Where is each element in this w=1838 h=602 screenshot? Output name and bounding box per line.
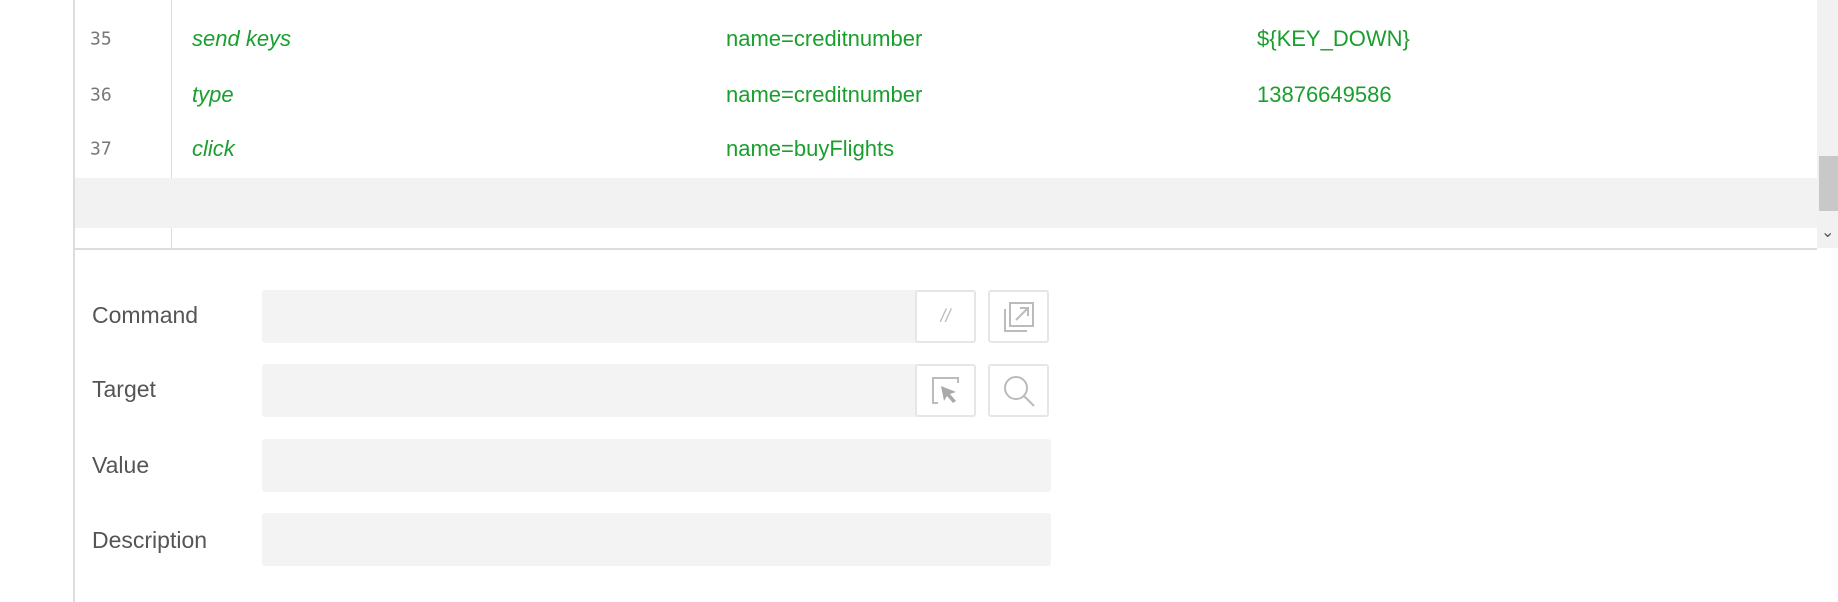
chevron-down-icon[interactable]: ⌄ (1821, 222, 1834, 242)
comment-button[interactable]: // (915, 290, 976, 343)
comment-label: // (940, 306, 951, 326)
table-row[interactable]: 36 type name=creditnumber 13876649586 (75, 69, 1817, 121)
command-label: Command (92, 302, 199, 328)
command-cell: type (192, 82, 234, 107)
scrollbar-thumb[interactable] (1819, 156, 1838, 211)
value-input[interactable] (262, 439, 1051, 492)
find-target-button[interactable] (988, 364, 1049, 417)
target-label: Target (92, 376, 156, 402)
target-input[interactable] (262, 364, 976, 417)
description-input[interactable] (262, 513, 1051, 566)
empty-row[interactable] (75, 178, 1817, 228)
command-cell: send keys (192, 26, 292, 51)
line-number: 37 (90, 138, 112, 160)
description-label: Description (92, 527, 208, 553)
value-label: Value (92, 452, 150, 478)
line-number: 35 (90, 28, 112, 50)
command-table: 35 send keys name=creditnumber ${KEY_DOW… (75, 0, 1817, 250)
editor-panel: 35 send keys name=creditnumber ${KEY_DOW… (73, 0, 1838, 602)
value-cell: ${KEY_DOWN} (1257, 26, 1410, 51)
command-cell: click (192, 136, 235, 161)
table-row[interactable]: 35 send keys name=creditnumber ${KEY_DOW… (75, 13, 1817, 65)
target-cell: name=creditnumber (726, 26, 923, 51)
table-row[interactable]: 37 click name=buyFlights (75, 123, 1817, 175)
select-target-button[interactable] (915, 364, 976, 417)
select-element-icon (931, 376, 959, 404)
external-open-icon (1003, 301, 1034, 332)
scrollbar[interactable]: ⌄ (1817, 0, 1838, 248)
line-number: 36 (90, 84, 112, 106)
value-cell: 13876649586 (1257, 82, 1392, 107)
command-select[interactable] (262, 290, 976, 343)
search-icon (1003, 375, 1035, 407)
target-cell: name=buyFlights (726, 136, 895, 161)
open-reference-button[interactable] (988, 290, 1049, 343)
target-cell: name=creditnumber (726, 82, 923, 107)
